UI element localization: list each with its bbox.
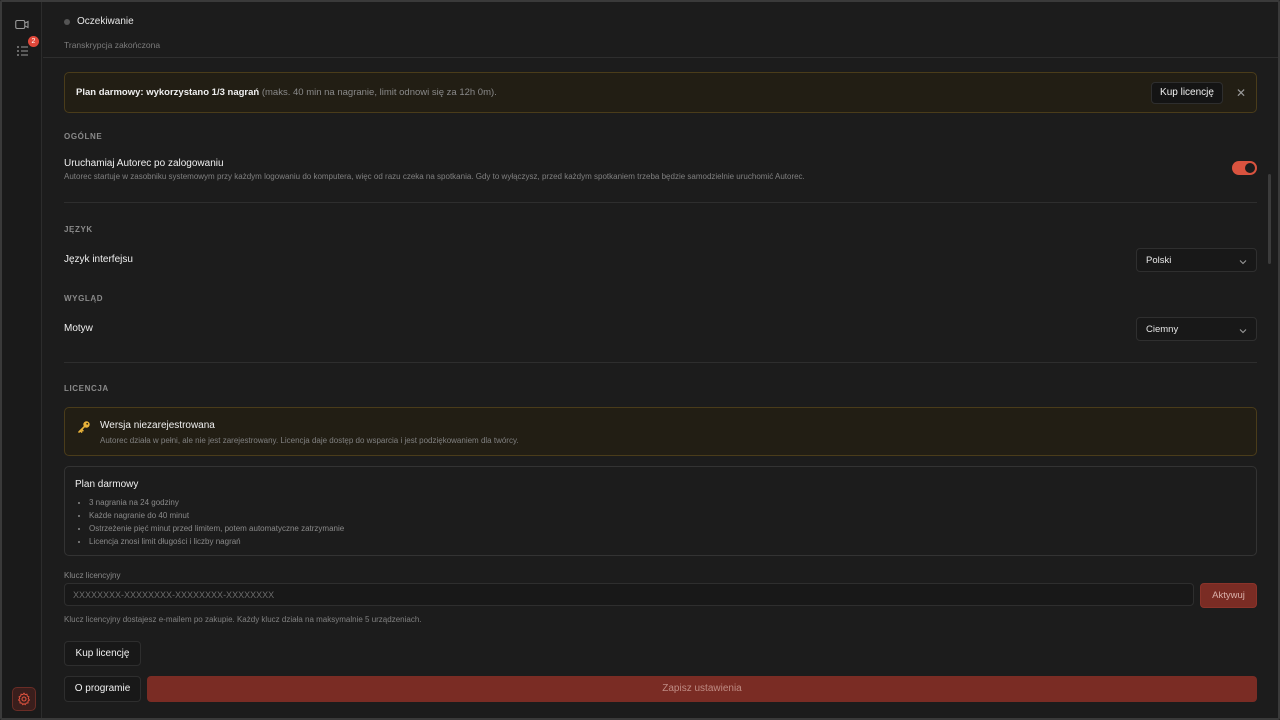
scrollbar-thumb[interactable] [1268,174,1271,264]
theme-row-title: Motyw [64,323,93,334]
autostart-title: Uruchamiaj Autorec po zalogowaniu [64,158,224,169]
save-settings-button[interactable]: Zapisz ustawienia [147,676,1257,702]
plan-features-list: 3 nagrania na 24 godziny Każde nagranie … [89,497,344,549]
divider [64,202,1257,203]
autostart-description: Autorec startuje w zasobniku systemowym … [64,172,805,181]
theme-select[interactable]: Ciemny [1136,317,1257,341]
about-button[interactable]: O programie [64,676,141,702]
close-icon[interactable]: ✕ [1233,84,1249,102]
settings-button[interactable] [12,687,36,711]
banner-usage: Plan darmowy: wykorzystano 1/3 nagrań [76,87,260,98]
language-row-title: Język interfejsu [64,254,133,265]
free-plan-banner: Plan darmowy: wykorzystano 1/3 nagrań (m… [64,72,1257,113]
status-title: Oczekiwanie [77,16,134,27]
activate-button[interactable]: Aktywuj [1200,583,1257,608]
language-selected-value: Polski [1146,255,1172,266]
list-item: Licencja znosi limit długości i liczby n… [89,536,344,549]
settings-gear-icon [17,692,31,706]
free-plan-box: Plan darmowy 3 nagrania na 24 godziny Ka… [64,466,1257,556]
settings-panel: Plan darmowy: wykorzystano 1/3 nagrań (m… [43,59,1273,718]
section-appearance-label: WYGLĄD [64,294,104,303]
list-item: Ostrzeżenie pięć minut przed limitem, po… [89,523,344,536]
chevron-down-icon [1238,323,1248,341]
banner-buy-license-button[interactable]: Kup licencję [1151,82,1223,104]
section-general-label: OGÓLNE [64,132,103,141]
section-license-label: LICENCJA [64,384,109,393]
app-window: 2 Oczekiwanie Transkrypcja zakończona Pl… [0,0,1280,720]
plan-title: Plan darmowy [75,479,139,490]
video-camera-icon[interactable] [13,15,31,33]
notification-badge: 2 [28,36,39,47]
list-item: 3 nagrania na 24 godziny [89,497,344,510]
buy-license-button[interactable]: Kup licencję [64,641,141,666]
sidebar: 2 [2,2,42,718]
banner-limits: (maks. 40 min na nagranie, limit odnowi … [261,87,497,98]
status-indicator [64,19,70,25]
key-icon [77,420,91,439]
license-key-hint: Klucz licencyjny dostajesz e-mailem po z… [64,615,422,624]
license-key-label: Klucz licencyjny [64,571,121,580]
license-status-box: Wersja niezarejestrowana Autorec działa … [64,407,1257,456]
autostart-toggle[interactable] [1232,161,1257,175]
language-select[interactable]: Polski [1136,248,1257,272]
list-item: Każde nagranie do 40 minut [89,510,344,523]
section-language-label: JĘZYK [64,225,93,234]
license-status-description: Autorec działa w pełni, ale nie jest zar… [100,436,519,445]
status-bar: Oczekiwanie Transkrypcja zakończona [43,2,1278,58]
theme-selected-value: Ciemny [1146,324,1179,335]
license-key-input[interactable] [64,583,1194,606]
banner-text: Plan darmowy: wykorzystano 1/3 nagrań (m… [76,87,497,98]
chevron-down-icon [1238,254,1248,272]
divider [64,362,1257,363]
status-subtitle: Transkrypcja zakończona [64,40,161,50]
license-status-title: Wersja niezarejestrowana [100,420,215,431]
